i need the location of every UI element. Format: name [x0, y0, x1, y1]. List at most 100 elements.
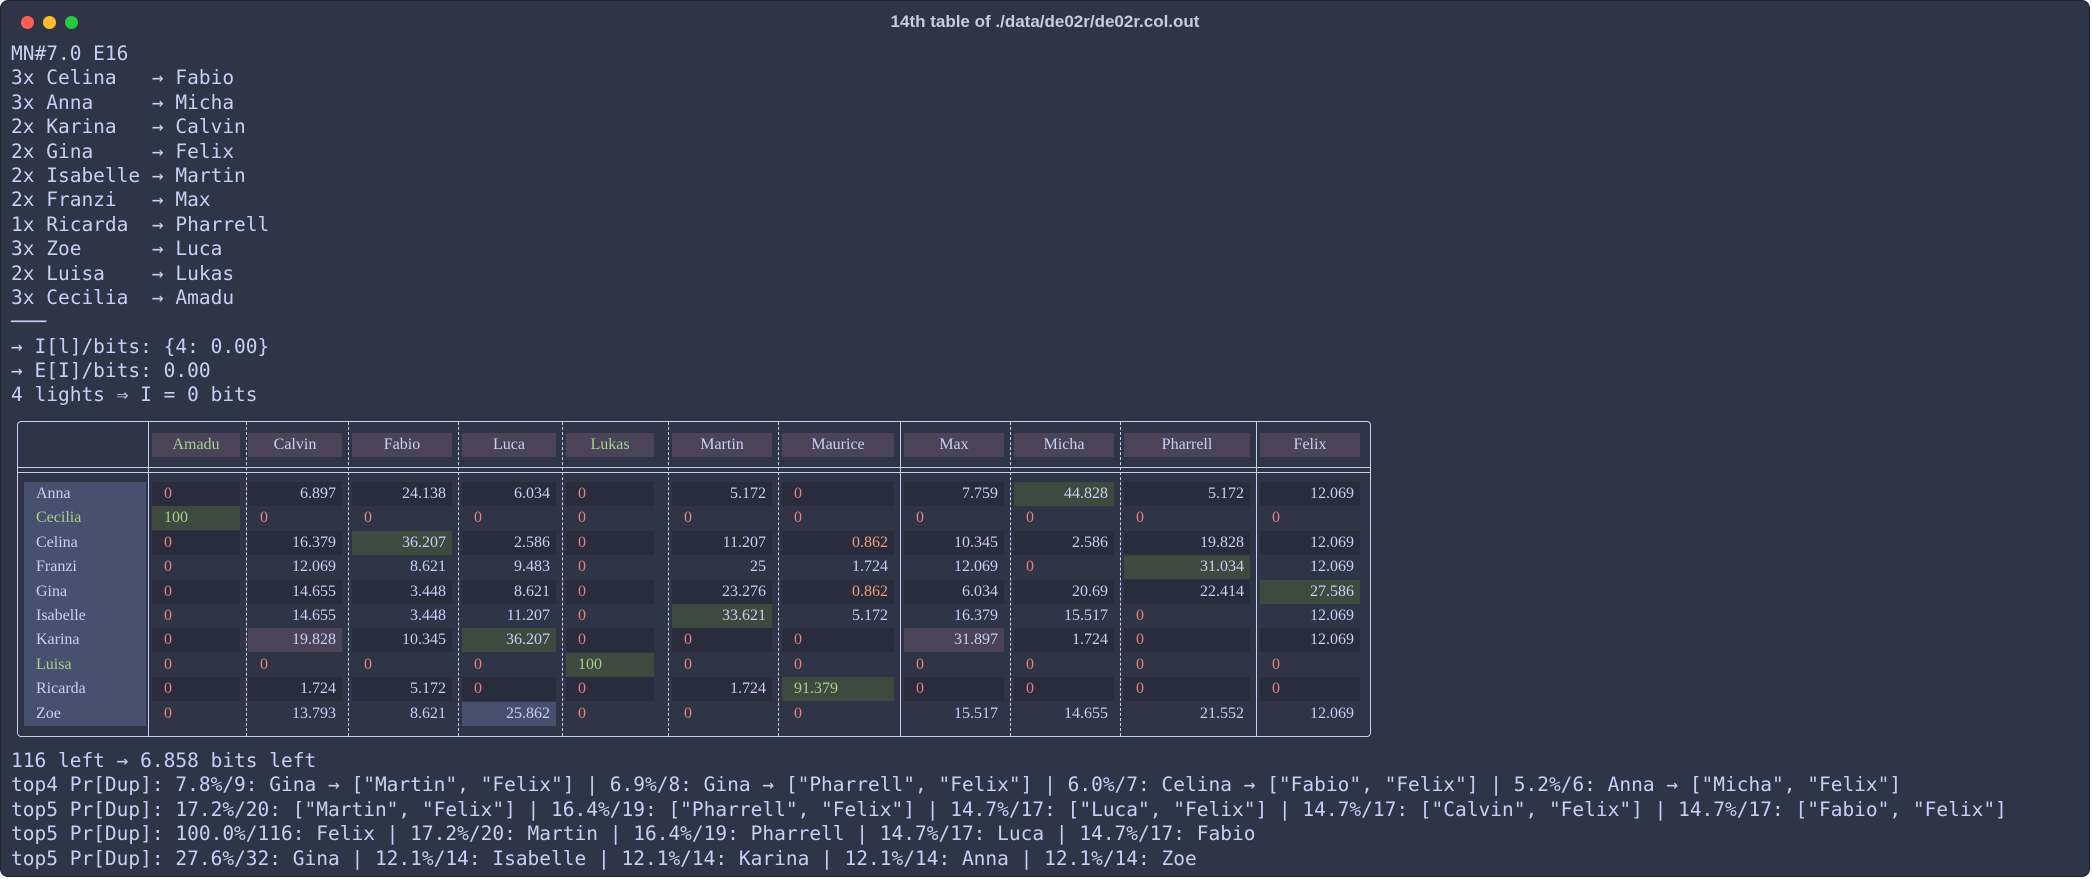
table-cell: 0 [916, 655, 924, 673]
table-cell: 100 [566, 652, 654, 677]
table-cell: 5.172 [1124, 482, 1250, 506]
table-cell: 0 [1124, 628, 1250, 653]
column-separator [562, 422, 563, 736]
table-cell: 1.724 [248, 677, 342, 702]
table-cell: 0 [578, 704, 586, 722]
row-label: Ricarda [36, 680, 86, 698]
table-cell: 12.069 [954, 558, 998, 576]
title-bar[interactable]: 14th table of ./data/de02r/de02r.col.out [1, 1, 2089, 41]
probability-table: Amadu Calvin Fabio Luca Lukas Martin Maurice Ma… [17, 421, 1371, 737]
table-cell: 5.172 [672, 482, 772, 506]
table-cell: 12.069 [1310, 607, 1354, 624]
header-line: ─── [11, 310, 47, 334]
table-cell: 16.379 [954, 607, 998, 624]
row-label: Gina [36, 582, 68, 600]
table-cell: 0 [164, 558, 172, 576]
table-cell: 0 [1124, 677, 1250, 702]
column-separator [246, 422, 247, 736]
table-cell: 0 [794, 509, 802, 527]
header-line: 2x Isabelle → Martin [11, 163, 246, 187]
table-cell: 0 [152, 482, 240, 506]
header-line: → I[l]/bits: {4: 0.00} [11, 334, 270, 358]
table-cell: 0 [1014, 677, 1114, 702]
table-cell: 0 [794, 655, 802, 673]
table-cell: 8.621 [410, 704, 446, 722]
row-label: Isabelle [36, 607, 86, 624]
table-cell: 0.862 [782, 579, 894, 604]
table-cell: 15.517 [954, 704, 998, 722]
column-separator [778, 422, 779, 736]
table-cell: 22.414 [1124, 579, 1250, 604]
column-separator [900, 422, 901, 736]
table-cell: 5.172 [352, 677, 452, 702]
table-cell: 3.448 [410, 607, 446, 624]
header-line: 4 lights ⇒ I = 0 bits [11, 383, 258, 407]
table-cell: 33.621 [672, 604, 772, 628]
table-cell: 0 [672, 628, 772, 653]
table-cell: 3.448 [352, 579, 452, 604]
table-cell: 0 [152, 628, 240, 653]
table-cell: 0 [1026, 558, 1034, 576]
table-cell: 0 [904, 677, 1004, 702]
table-cell: 24.138 [352, 482, 452, 506]
table-cell: 0 [916, 509, 924, 527]
footer-line: top5 Pr[Dup]: 27.6%/32: Gina | 12.1%/14:… [11, 846, 1197, 870]
table-cell: 0 [474, 509, 482, 527]
header-line: 3x Anna → Micha [11, 90, 235, 114]
table-cell: 0 [578, 607, 586, 624]
terminal-output-header: MN#7.0 E16 3x Celina → Fabio 3x Anna → Mic… [11, 42, 2089, 408]
table-cell: 0 [364, 655, 372, 673]
table-cell: 1.724 [852, 558, 888, 576]
table-cell: 0 [566, 530, 654, 555]
table-cell: 7.759 [904, 482, 1004, 506]
table-cell: 31.897 [904, 628, 1004, 653]
table-cell: 0 [782, 482, 894, 506]
table-cell: 15.517 [1064, 607, 1108, 624]
table-cell: 16.379 [248, 530, 342, 555]
table-cell: 0 [260, 655, 268, 673]
table-cell: 36.207 [352, 530, 452, 555]
table-cell: 0.862 [782, 530, 894, 555]
column-separator [148, 422, 149, 736]
table-cell: 2.586 [462, 530, 556, 555]
terminal-window: 14th table of ./data/de02r/de02r.col.out… [0, 0, 2090, 877]
table-cell: 14.655 [292, 607, 336, 624]
table-cell: 0 [684, 655, 692, 673]
header-line: 3x Zoe → Luca [11, 237, 223, 261]
table-cell: 0 [1136, 655, 1144, 673]
table-cell: 19.828 [1124, 530, 1250, 555]
column-header: Pharrell [1124, 433, 1250, 457]
table-cell: 0 [152, 677, 240, 702]
table-cell: 0 [152, 530, 240, 555]
row-label: Karina [36, 631, 80, 649]
header-separator [18, 472, 1370, 473]
table-cell: 6.897 [248, 482, 342, 506]
column-separator [1010, 422, 1011, 736]
header-line: 2x Franzi → Max [11, 188, 211, 212]
table-cell: 11.207 [672, 530, 772, 555]
table-cell: 0 [1136, 509, 1144, 527]
row-label: Zoe [36, 704, 61, 722]
table-cell: 0 [152, 579, 240, 604]
table-cell: 0 [566, 579, 654, 604]
table-cell: 19.828 [248, 628, 342, 653]
table-cell: 11.207 [506, 607, 550, 624]
row-label: Cecilia [36, 509, 82, 527]
row-label: Franzi [36, 558, 77, 576]
footer-line: top5 Pr[Dup]: 17.2%/20: ["Martin", "Feli… [11, 797, 2007, 821]
column-header: Maurice [782, 433, 894, 457]
row-label: Luisa [36, 655, 72, 673]
table-cell: 12.069 [292, 558, 336, 576]
column-header: Lukas [566, 433, 654, 457]
table-cell: 20.69 [1014, 579, 1114, 604]
column-separator [348, 422, 349, 736]
table-cell: 0 [1136, 607, 1144, 624]
table-cell: 10.345 [904, 530, 1004, 555]
table-cell: 0 [1272, 509, 1280, 527]
table-cell: 12.069 [1310, 704, 1354, 722]
table-cell: 0 [566, 677, 654, 702]
footer-line: top4 Pr[Dup]: 7.8%/9: Gina → ["Martin", … [11, 773, 1902, 797]
table-cell: 8.621 [410, 558, 446, 576]
table-cell: 0 [164, 704, 172, 722]
table-cell: 0 [364, 509, 372, 527]
